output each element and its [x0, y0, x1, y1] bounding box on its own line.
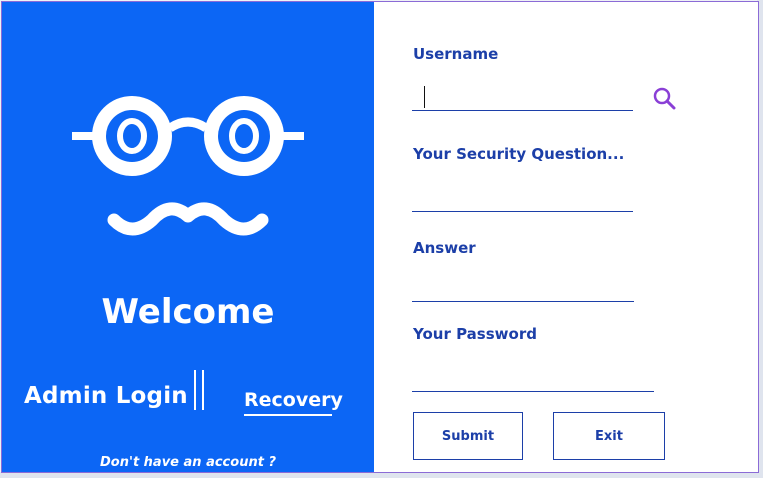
security-question-label: Your Security Question...	[413, 145, 625, 163]
answer-input[interactable]	[412, 276, 634, 302]
login-window: Welcome Admin Login Recovery Don't have …	[1, 1, 759, 473]
username-input[interactable]	[412, 85, 633, 111]
submit-button[interactable]: Submit	[413, 412, 523, 460]
glasses-mustache-logo-icon	[72, 96, 304, 236]
signup-link[interactable]: Don't have an account ?	[2, 455, 374, 470]
exit-button[interactable]: Exit	[553, 412, 665, 460]
search-icon[interactable]	[652, 86, 676, 110]
welcome-panel: Welcome Admin Login Recovery Don't have …	[2, 2, 374, 472]
recovery-link[interactable]: Recovery	[244, 389, 343, 416]
admin-login-title: Admin Login	[24, 383, 188, 409]
answer-label: Answer	[413, 239, 476, 257]
security-question-input[interactable]	[412, 186, 633, 212]
password-label: Your Password	[413, 325, 537, 343]
welcome-heading: Welcome	[101, 292, 275, 332]
divider-line	[202, 370, 204, 410]
text-cursor	[424, 86, 425, 108]
username-label: Username	[413, 45, 499, 63]
password-input[interactable]	[412, 366, 654, 392]
form-panel: Username Your Security Question... Answe…	[374, 2, 758, 472]
divider-line	[194, 370, 196, 410]
